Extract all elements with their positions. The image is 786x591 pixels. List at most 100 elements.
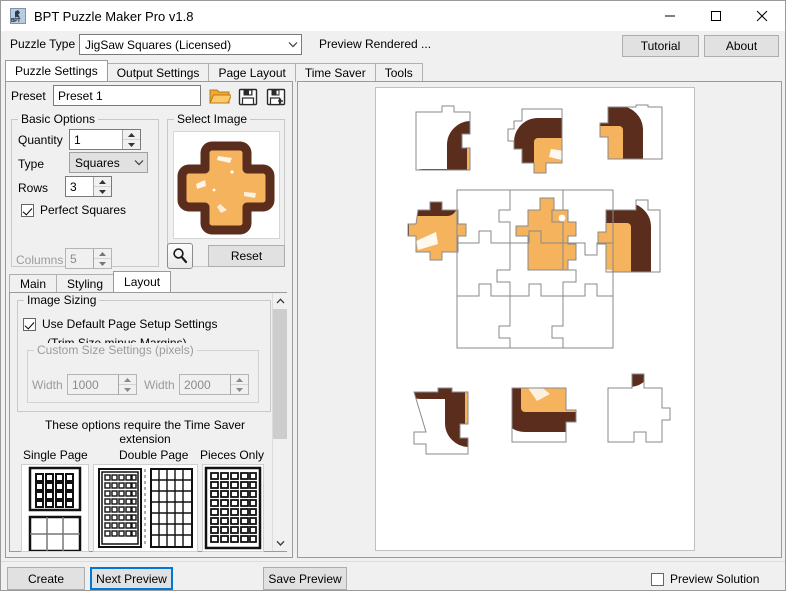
spin-down-icon xyxy=(119,385,136,394)
columns-spin-arrows xyxy=(93,249,111,268)
width2-spin-arrows xyxy=(230,375,248,394)
spin-up-icon[interactable] xyxy=(123,130,140,140)
maximize-button[interactable] xyxy=(693,1,739,31)
puzzle-type-value: JigSaw Squares (Licensed) xyxy=(80,38,284,52)
puzzle-preview-page[interactable] xyxy=(375,87,695,551)
close-button[interactable] xyxy=(739,1,785,31)
quantity-label: Quantity xyxy=(18,133,63,147)
custom-width1-stepper: 1000 xyxy=(67,374,137,395)
tab-puzzle-settings[interactable]: Puzzle Settings xyxy=(5,60,108,81)
checkbox-box[interactable] xyxy=(23,318,36,331)
custom-size-title: Custom Size Settings (pixels) xyxy=(34,343,197,357)
use-default-page-setup-label: Use Default Page Setup Settings xyxy=(42,317,217,331)
preview-solution-checkbox[interactable]: Preview Solution xyxy=(651,572,759,586)
single-page-caption: Single Page xyxy=(23,448,88,462)
about-button[interactable]: About xyxy=(704,35,779,57)
bpt-app-icon xyxy=(10,8,26,24)
double-page-caption: Double Page xyxy=(119,448,188,462)
tab-page-layout[interactable]: Page Layout xyxy=(208,63,295,82)
open-folder-icon[interactable] xyxy=(207,85,232,108)
sub-tab-strip: Main Styling Layout xyxy=(9,272,287,292)
type-label: Type xyxy=(18,157,44,171)
pieces-only-thumb-icon xyxy=(203,465,263,551)
time-saver-extension-note: These options require the Time Saver ext… xyxy=(21,418,269,446)
spin-up-icon xyxy=(119,375,136,385)
custom-width2-label: Width xyxy=(144,378,175,392)
spin-down-icon[interactable] xyxy=(123,140,140,149)
spin-up-icon xyxy=(94,249,111,259)
puzzle-type-label: Puzzle Type xyxy=(10,37,75,51)
spin-down-icon[interactable] xyxy=(94,187,111,196)
rows-value: 3 xyxy=(66,177,93,196)
source-image-thumbnail[interactable] xyxy=(173,131,280,239)
perfect-squares-checkbox[interactable]: Perfect Squares xyxy=(21,203,126,217)
rows-stepper[interactable]: 3 xyxy=(65,176,112,197)
create-button[interactable]: Create xyxy=(7,567,85,590)
columns-value: 5 xyxy=(66,249,93,268)
double-page-option[interactable] xyxy=(93,464,198,552)
preview-solution-label: Preview Solution xyxy=(670,572,759,586)
chevron-down-icon xyxy=(130,153,147,172)
type-select[interactable]: Squares xyxy=(69,152,148,173)
puzzle-preview-svg xyxy=(376,88,694,550)
spin-up-icon xyxy=(231,375,248,385)
puzzle-piece xyxy=(426,130,694,550)
window-title: BPT Puzzle Maker Pro v1.8 xyxy=(34,9,647,24)
checkbox-box[interactable] xyxy=(21,204,34,217)
spin-down-icon xyxy=(94,259,111,268)
preset-input[interactable] xyxy=(53,85,201,106)
width1-spin-arrows xyxy=(118,375,136,394)
custom-width1-value: 1000 xyxy=(68,375,118,394)
single-page-thumb-icon xyxy=(22,465,88,551)
scroll-down-icon[interactable] xyxy=(273,535,287,551)
orange-cross-image xyxy=(174,132,279,238)
status-text: Preview Rendered ... xyxy=(319,37,431,51)
magnifier-icon[interactable] xyxy=(167,243,193,269)
scroll-up-icon[interactable] xyxy=(273,293,287,309)
tutorial-button[interactable]: Tutorial xyxy=(622,35,699,57)
save-as-floppy-icon[interactable] xyxy=(263,85,288,108)
columns-stepper: 5 xyxy=(65,248,112,269)
pieces-only-caption: Pieces Only xyxy=(200,448,264,462)
single-page-option[interactable] xyxy=(21,464,89,552)
quantity-spin-arrows[interactable] xyxy=(122,130,140,149)
subtab-main[interactable]: Main xyxy=(9,274,57,293)
tab-time-saver[interactable]: Time Saver xyxy=(295,63,376,82)
scrollbar-thumb[interactable] xyxy=(273,309,287,439)
preset-label: Preset xyxy=(11,89,46,103)
spin-down-icon xyxy=(231,385,248,394)
quantity-stepper[interactable]: 1 xyxy=(69,129,141,150)
pieces-only-option[interactable] xyxy=(202,464,264,552)
puzzle-piece xyxy=(376,123,684,550)
save-preview-button[interactable]: Save Preview xyxy=(263,567,347,590)
tab-output-settings[interactable]: Output Settings xyxy=(107,63,210,82)
basic-options-title: Basic Options xyxy=(18,112,98,126)
type-value: Squares xyxy=(70,156,130,170)
title-bar: BPT Puzzle Maker Pro v1.8 xyxy=(1,1,785,31)
puzzle-piece xyxy=(443,93,694,550)
custom-width2-value: 2000 xyxy=(180,375,230,394)
use-default-page-setup-checkbox[interactable]: Use Default Page Setup Settings xyxy=(23,317,217,331)
rows-label: Rows xyxy=(18,181,48,195)
next-preview-button[interactable]: Next Preview xyxy=(90,567,173,590)
custom-width2-stepper: 2000 xyxy=(179,374,249,395)
custom-width1-label: Width xyxy=(32,378,63,392)
columns-label: Columns xyxy=(16,253,63,267)
tab-tools[interactable]: Tools xyxy=(375,63,423,82)
checkbox-box[interactable] xyxy=(651,573,664,586)
reset-button[interactable]: Reset xyxy=(208,245,285,267)
subtab-layout[interactable]: Layout xyxy=(113,271,171,292)
image-sizing-title: Image Sizing xyxy=(24,293,99,307)
spin-up-icon[interactable] xyxy=(94,177,111,187)
main-tab-strip: Puzzle Settings Output Settings Page Lay… xyxy=(5,61,782,81)
minimize-button[interactable] xyxy=(647,1,693,31)
puzzle-type-select[interactable]: JigSaw Squares (Licensed) xyxy=(79,34,302,55)
perfect-squares-label: Perfect Squares xyxy=(40,203,126,217)
layout-scrollbar[interactable] xyxy=(272,293,287,551)
save-floppy-icon[interactable] xyxy=(235,85,260,108)
subtab-styling[interactable]: Styling xyxy=(56,274,114,293)
application-window: BPT Puzzle Maker Pro v1.8 Puzzle Type Ji… xyxy=(0,0,786,591)
rows-spin-arrows[interactable] xyxy=(93,177,111,196)
quantity-value: 1 xyxy=(70,130,122,149)
select-image-title: Select Image xyxy=(174,112,250,126)
